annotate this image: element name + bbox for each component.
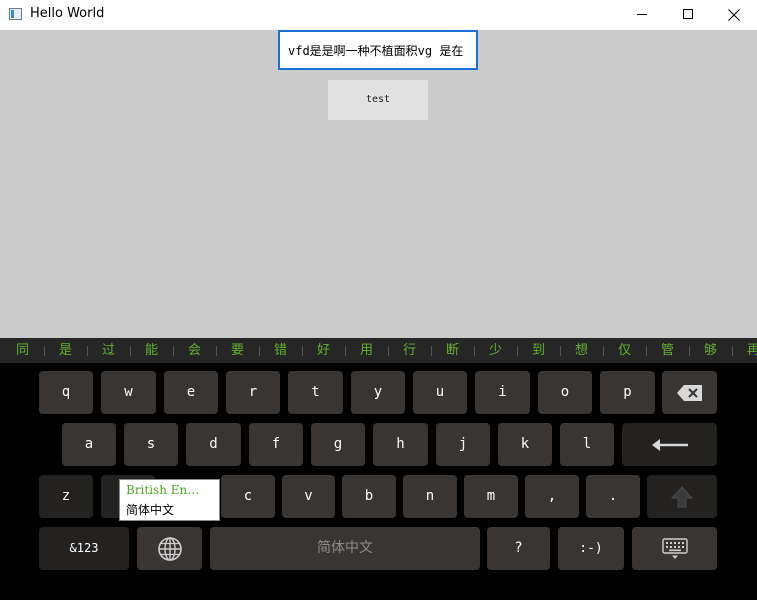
key-w[interactable]: w xyxy=(101,371,156,414)
maximize-button[interactable] xyxy=(665,0,711,30)
key-g[interactable]: g xyxy=(311,423,365,466)
candidate-item[interactable]: 要 xyxy=(231,338,244,363)
candidate-divider xyxy=(431,346,432,356)
candidate-divider xyxy=(345,346,346,356)
candidate-item[interactable]: 过 xyxy=(102,338,115,363)
close-button[interactable] xyxy=(711,0,757,30)
key-r[interactable]: r xyxy=(226,371,280,414)
candidate-divider xyxy=(689,346,690,356)
candidate-item[interactable]: 到 xyxy=(532,338,545,363)
key-k[interactable]: k xyxy=(498,423,552,466)
close-icon xyxy=(728,9,740,21)
candidate-item[interactable]: 少 xyxy=(489,338,502,363)
window-app-icon xyxy=(9,8,22,20)
key-i[interactable]: i xyxy=(475,371,530,414)
shift-icon xyxy=(670,485,694,507)
text-input[interactable]: vfd是是啊一种不植面积vg 是在 xyxy=(278,30,478,70)
key-b[interactable]: b xyxy=(342,475,396,518)
key-j[interactable]: j xyxy=(436,423,490,466)
candidate-divider xyxy=(603,346,604,356)
candidate-divider xyxy=(259,346,260,356)
minimize-button[interactable] xyxy=(619,0,665,30)
candidate-item[interactable]: 想 xyxy=(575,338,588,363)
key-e[interactable]: e xyxy=(164,371,218,414)
virtual-keyboard: q w e r t y u i o p a s d f g h j k l z … xyxy=(0,363,757,600)
candidate-divider xyxy=(560,346,561,356)
candidate-item[interactable]: 会 xyxy=(188,338,201,363)
app-window: Hello World vfd是是啊一种不植面积vg 是在 test 同 是 过… xyxy=(0,0,757,600)
candidate-item[interactable]: 是 xyxy=(59,338,72,363)
candidate-item[interactable]: 仅 xyxy=(618,338,631,363)
candidate-item[interactable]: 行 xyxy=(403,338,416,363)
title-bar: Hello World xyxy=(0,0,757,30)
key-n[interactable]: n xyxy=(403,475,457,518)
globe-icon xyxy=(157,536,182,561)
key-period[interactable]: . xyxy=(586,475,640,518)
candidate-bar: 同 是 过 能 会 要 错 好 用 行 断 少 到 想 仅 管 够 再 xyxy=(0,338,757,363)
key-f[interactable]: f xyxy=(249,423,303,466)
client-area: vfd是是啊一种不植面积vg 是在 test xyxy=(0,30,757,338)
enter-icon xyxy=(651,438,688,451)
key-t[interactable]: t xyxy=(288,371,343,414)
candidate-divider xyxy=(173,346,174,356)
candidate-divider xyxy=(646,346,647,356)
candidate-item[interactable]: 用 xyxy=(360,338,373,363)
key-y[interactable]: y xyxy=(351,371,405,414)
candidate-divider xyxy=(302,346,303,356)
key-u[interactable]: u xyxy=(413,371,467,414)
key-d[interactable]: d xyxy=(186,423,241,466)
candidate-divider xyxy=(130,346,131,356)
smiley-key[interactable]: :-) xyxy=(558,527,624,570)
candidate-divider xyxy=(732,346,733,356)
candidate-divider xyxy=(474,346,475,356)
maximize-icon xyxy=(683,9,693,19)
candidate-divider xyxy=(44,346,45,356)
key-o[interactable]: o xyxy=(538,371,592,414)
key-a[interactable]: a xyxy=(62,423,116,466)
language-option-simplified-chinese[interactable]: 简体中文 xyxy=(120,500,219,520)
candidate-divider xyxy=(216,346,217,356)
candidate-item[interactable]: 够 xyxy=(704,338,717,363)
language-option-british-english[interactable]: British En… xyxy=(120,480,219,500)
key-v[interactable]: v xyxy=(282,475,335,518)
enter-key[interactable] xyxy=(622,423,717,466)
candidate-divider xyxy=(517,346,518,356)
backspace-key[interactable] xyxy=(662,371,717,414)
test-button[interactable]: test xyxy=(328,80,428,120)
backspace-icon xyxy=(676,384,702,401)
key-z[interactable]: z xyxy=(39,475,93,518)
question-key[interactable]: ? xyxy=(487,527,550,570)
candidate-item[interactable]: 断 xyxy=(446,338,459,363)
candidate-item[interactable]: 再 xyxy=(747,338,757,363)
candidate-item[interactable]: 管 xyxy=(661,338,674,363)
hide-keyboard-icon xyxy=(661,537,688,559)
key-s[interactable]: s xyxy=(124,423,178,466)
language-key[interactable] xyxy=(137,527,202,570)
symbols-key[interactable]: &123 xyxy=(39,527,129,570)
candidate-item[interactable]: 好 xyxy=(317,338,330,363)
candidate-item[interactable]: 错 xyxy=(274,338,287,363)
key-p[interactable]: p xyxy=(600,371,655,414)
candidate-divider xyxy=(388,346,389,356)
key-comma[interactable]: , xyxy=(525,475,579,518)
space-key[interactable]: 简体中文 xyxy=(210,527,480,570)
key-l[interactable]: l xyxy=(560,423,614,466)
key-h[interactable]: h xyxy=(373,423,428,466)
hide-keyboard-key[interactable] xyxy=(632,527,717,570)
language-popup: British En… 简体中文 xyxy=(119,479,220,521)
key-c[interactable]: c xyxy=(221,475,275,518)
candidate-item[interactable]: 能 xyxy=(145,338,158,363)
minimize-icon xyxy=(637,14,647,15)
key-m[interactable]: m xyxy=(464,475,518,518)
window-title: Hello World xyxy=(30,6,105,21)
candidate-divider xyxy=(87,346,88,356)
candidate-item[interactable]: 同 xyxy=(16,338,29,363)
key-q[interactable]: q xyxy=(39,371,93,414)
shift-key[interactable] xyxy=(647,475,717,518)
